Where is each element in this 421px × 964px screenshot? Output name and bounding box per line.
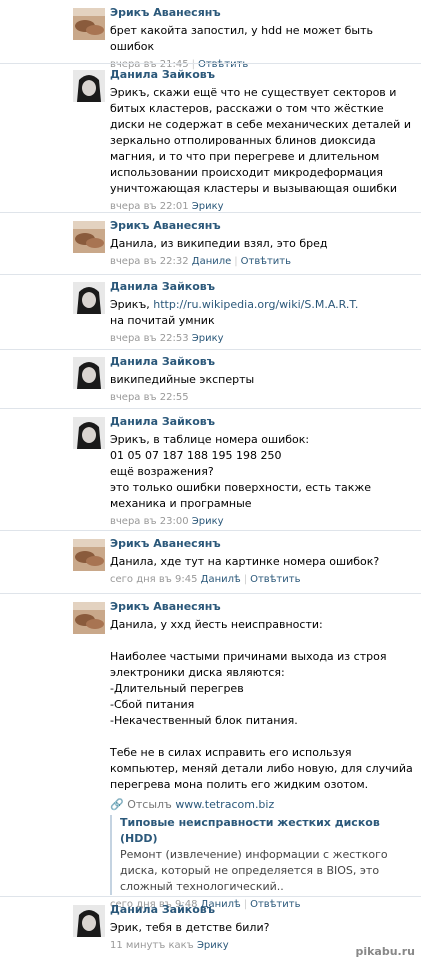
separator — [0, 212, 421, 213]
watermark: pikabu.ru — [355, 945, 415, 958]
author-link[interactable]: Эрикъ Аванесянъ — [110, 537, 415, 551]
avatar[interactable] — [73, 221, 105, 253]
author-link[interactable]: Данила Зайковъ — [110, 903, 415, 917]
separator — [0, 63, 421, 64]
comment-text: Эрикъ, в таблице номера ошибок: 01 05 07… — [110, 433, 372, 510]
reply-to-link[interactable]: Данилѣ — [201, 574, 241, 585]
link-icon: 🔗 — [110, 798, 124, 811]
author-link[interactable]: Данила Зайковъ — [110, 280, 415, 294]
comment-time[interactable]: вчера въ 22:53 — [110, 333, 189, 344]
comment-time[interactable]: сего дня въ 9:45 — [110, 574, 197, 585]
avatar[interactable] — [73, 282, 105, 314]
reply-to-link[interactable]: Эрику — [192, 201, 224, 212]
reply-link[interactable]: Отвѣтить — [241, 256, 291, 267]
attachment-card[interactable]: Типовые неисправности жестких дисков (HD… — [110, 815, 415, 895]
avatar[interactable] — [73, 539, 105, 571]
author-link[interactable]: Данила Зайковъ — [110, 415, 415, 429]
reply-to-link[interactable]: Даниле — [192, 256, 232, 267]
avatar[interactable] — [73, 8, 105, 40]
reply-to-link[interactable]: Эрику — [192, 333, 224, 344]
comment-text: википедийные эксперты — [110, 373, 255, 386]
separator — [0, 593, 421, 594]
avatar[interactable] — [73, 417, 105, 449]
attachment-title[interactable]: Типовые неисправности жестких дисков (HD… — [120, 815, 415, 847]
comment-meta: вчера въ 22:55 — [110, 391, 415, 405]
comment-item: Данила Зайковъ википедийные эксперты вче… — [0, 355, 421, 405]
separator — [0, 274, 421, 275]
comment-meta: вчера въ 22:32 Даниле | Отвѣтить — [110, 255, 415, 269]
comment-text-prefix: Эрикъ, — [110, 298, 154, 311]
avatar[interactable] — [73, 357, 105, 389]
attachment-source: 🔗 Отсылъ www.tetracom.biz — [110, 797, 415, 813]
comment-text: Данила, у ххд йесть неисправности: Наибо… — [110, 618, 413, 791]
comment-time[interactable]: вчера въ 22:32 — [110, 256, 189, 267]
author-link[interactable]: Эрикъ Аванесянъ — [110, 219, 415, 233]
comment-text: Эрик, тебя в детстве били? — [110, 921, 270, 934]
comment-text: брет какойта запостил, у hdd не может бы… — [110, 24, 377, 53]
comment-item: Эрикъ Аванесянъ Данила, хде тут на карти… — [0, 537, 421, 589]
author-link[interactable]: Данила Зайковъ — [110, 68, 415, 82]
comment-item: Данила Зайковъ Эрикъ, http://ru.wikipedi… — [0, 280, 421, 346]
reply-to-link[interactable]: Эрику — [192, 516, 224, 527]
author-link[interactable]: Эрикъ Аванесянъ — [110, 6, 415, 20]
wikipedia-link[interactable]: http://ru.wikipedia.org/wiki/S.M.A.R.T. — [153, 298, 358, 311]
avatar[interactable] — [73, 70, 105, 102]
comment-item: Эрикъ Аванесянъ Данила, из википедии взя… — [0, 219, 421, 271]
attachment-source-link[interactable]: www.tetracom.biz — [175, 798, 274, 811]
comment-meta: вчера въ 22:53 Эрику — [110, 332, 415, 346]
reply-to-link[interactable]: Эрику — [197, 940, 229, 951]
comment-item: Данила Зайковъ Эрикъ, в таблице номера о… — [0, 415, 421, 527]
comment-text: Данила, из википедии взял, это бред — [110, 237, 328, 250]
comment-text-body: на почитай умник — [110, 314, 215, 327]
comment-text: Данила, хде тут на картинке номера ошибо… — [110, 555, 380, 568]
comment-item: Эрикъ Аванесянъ Данила, у ххд йесть неис… — [0, 600, 421, 910]
comment-time[interactable]: 11 минутъ какъ — [110, 940, 194, 951]
avatar[interactable] — [73, 602, 105, 634]
author-link[interactable]: Данила Зайковъ — [110, 355, 415, 369]
author-link[interactable]: Эрикъ Аванесянъ — [110, 600, 415, 614]
link-attachment: 🔗 Отсылъ www.tetracom.biz Типовые неиспр… — [110, 797, 415, 895]
comment-item: Данила Зайковъ Эрикъ, скажи ещё что не с… — [0, 68, 421, 212]
avatar[interactable] — [73, 905, 105, 937]
meta-divider: | — [234, 256, 238, 267]
comment-time[interactable]: вчера въ 23:00 — [110, 516, 189, 527]
comment-item: Эрикъ Аванесянъ брет какойта запостил, у… — [0, 6, 421, 70]
comment-meta: сего дня въ 9:45 Данилѣ | Отвѣтить — [110, 573, 415, 587]
separator — [0, 408, 421, 409]
separator — [0, 530, 421, 531]
comment-text: Эрикъ, http://ru.wikipedia.org/wiki/S.M.… — [110, 297, 415, 329]
separator — [0, 896, 421, 897]
comment-time[interactable]: вчера въ 22:55 — [110, 392, 189, 403]
comment-text: Эрикъ, скажи ещё что не существует секто… — [110, 86, 415, 195]
separator — [0, 349, 421, 350]
comment-meta: вчера въ 23:00 Эрику — [110, 515, 415, 529]
comment-time[interactable]: вчера въ 22:01 — [110, 201, 189, 212]
reply-link[interactable]: Отвѣтить — [250, 574, 300, 585]
attachment-description: Ремонт (извлечение) информации с жестког… — [120, 848, 388, 893]
attachment-source-label: Отсылъ — [127, 798, 172, 811]
meta-divider: | — [243, 574, 248, 585]
